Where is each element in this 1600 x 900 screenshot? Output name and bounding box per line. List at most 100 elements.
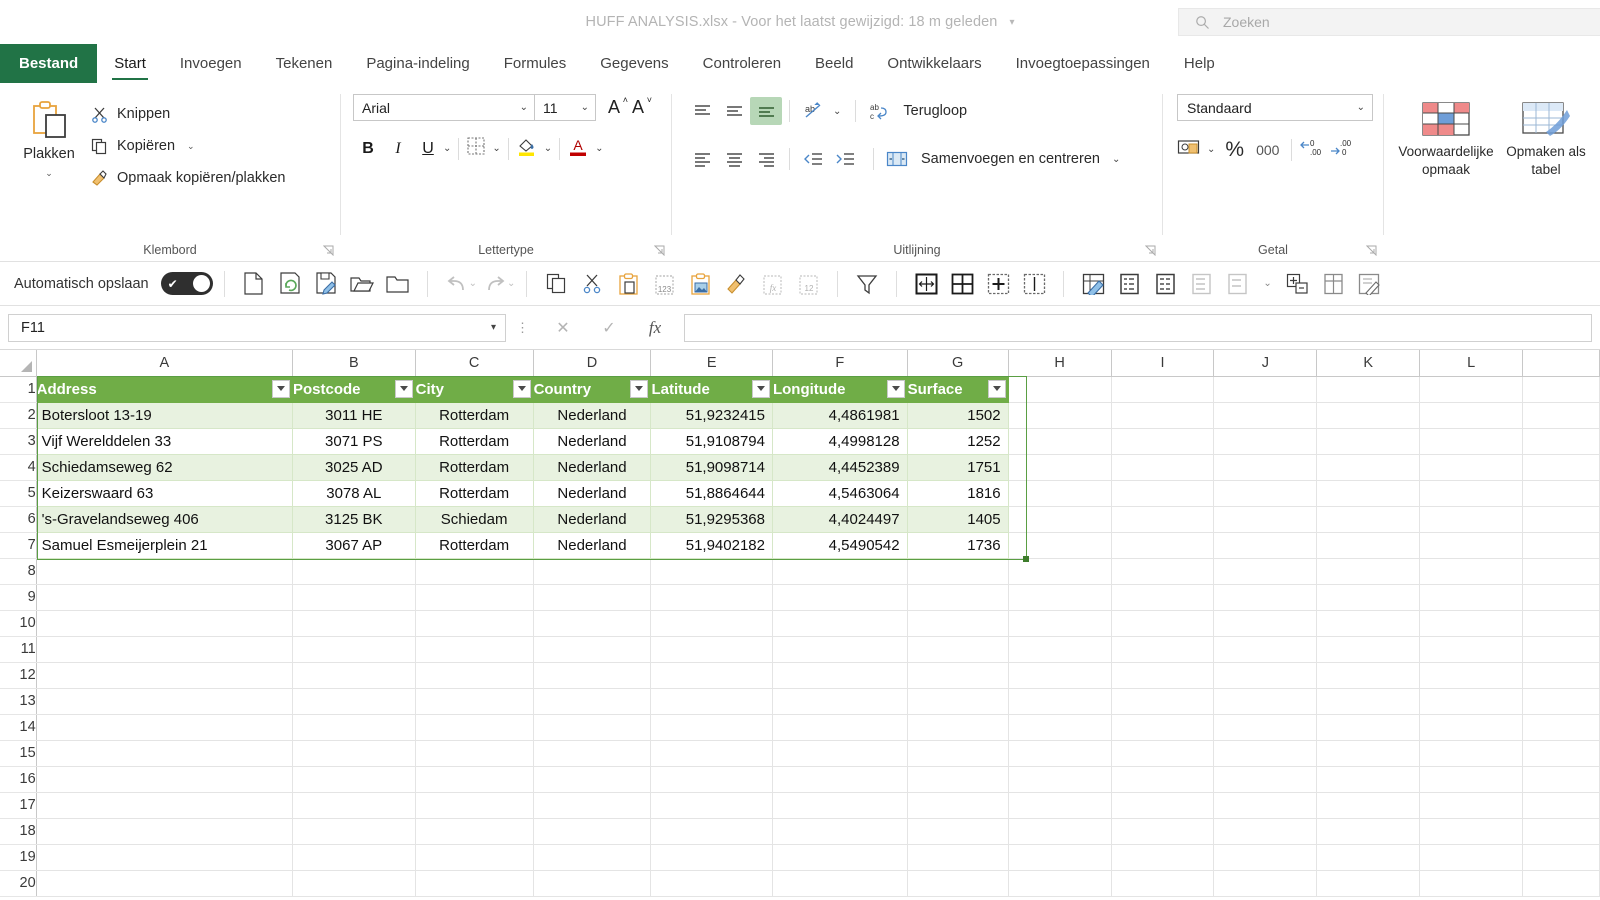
cell-K7[interactable] (1316, 532, 1421, 559)
cell-D2[interactable]: Nederland (533, 402, 652, 429)
cell-G8[interactable] (907, 558, 1009, 585)
cut-icon[interactable] (574, 273, 610, 294)
column-header-D[interactable]: D (533, 350, 652, 377)
cell-K9[interactable] (1316, 584, 1421, 611)
tab-help[interactable]: Help (1167, 44, 1232, 83)
column-header-H[interactable]: H (1008, 350, 1112, 377)
cell-B15[interactable] (292, 740, 416, 767)
cell-E14[interactable] (650, 714, 773, 741)
cell-H14[interactable] (1008, 714, 1112, 741)
orientation-caret-icon[interactable]: ⌄ (833, 106, 841, 117)
row-header-19[interactable]: 19 (0, 844, 37, 871)
cell-H4[interactable] (1008, 454, 1112, 481)
cell-K17[interactable] (1316, 792, 1421, 819)
filter-dropdown-address[interactable] (271, 379, 290, 398)
sheet-b-icon[interactable] (1147, 273, 1183, 295)
cell-A2[interactable]: Botersloot 13-19 (36, 402, 293, 429)
cell-B11[interactable] (292, 636, 416, 663)
paste-icon[interactable] (610, 272, 646, 295)
cell-J17[interactable] (1213, 792, 1318, 819)
cell-E8[interactable] (650, 558, 773, 585)
cell-M4[interactable] (1522, 454, 1600, 481)
fill-color-caret-icon[interactable]: ⌄ (544, 143, 552, 154)
cell-E12[interactable] (650, 662, 773, 689)
increase-indent-button[interactable] (829, 145, 861, 173)
cell-B1[interactable]: Postcode (292, 376, 416, 403)
cell-A5[interactable]: Keizerswaard 63 (36, 480, 293, 507)
cell-H18[interactable] (1008, 818, 1112, 845)
column-header-F[interactable]: F (772, 350, 908, 377)
cell-F6[interactable]: 4,4024497 (772, 506, 908, 533)
cell-B14[interactable] (292, 714, 416, 741)
formula-input[interactable] (684, 313, 1592, 342)
decrease-indent-button[interactable] (797, 145, 829, 173)
cell-I9[interactable] (1111, 584, 1215, 611)
cell-G9[interactable] (907, 584, 1009, 611)
cell-M11[interactable] (1522, 636, 1600, 663)
open-folder-icon[interactable] (344, 274, 380, 294)
cell-L7[interactable] (1419, 532, 1524, 559)
cell-J11[interactable] (1213, 636, 1318, 663)
cell-F14[interactable] (772, 714, 908, 741)
paste-values-icon[interactable]: 123 (646, 273, 682, 295)
cell-A15[interactable] (36, 740, 293, 767)
filter-icon[interactable] (849, 273, 885, 295)
cell-M18[interactable] (1522, 818, 1600, 845)
cell-A13[interactable] (36, 688, 293, 715)
filter-dropdown-latitude[interactable] (751, 379, 770, 398)
tab-invoegen[interactable]: Invoegen (163, 44, 259, 83)
cell-J9[interactable] (1213, 584, 1318, 611)
cell-L6[interactable] (1419, 506, 1524, 533)
format-as-table-button[interactable]: Opmaken als tabel (1500, 94, 1592, 262)
cell-C10[interactable] (415, 610, 534, 637)
column-header-A[interactable]: A (36, 350, 293, 377)
copy-caret-icon[interactable]: ⌄ (187, 141, 195, 152)
cell-J18[interactable] (1213, 818, 1318, 845)
cell-G13[interactable] (907, 688, 1009, 715)
cell-G2[interactable]: 1502 (907, 402, 1009, 429)
paste-picture-icon[interactable] (682, 272, 718, 295)
cell-E6[interactable]: 51,9295368 (650, 506, 773, 533)
cell-K13[interactable] (1316, 688, 1421, 715)
insert-function-icon[interactable]: fx (632, 318, 678, 338)
currency-caret-icon[interactable]: ⌄ (1207, 144, 1215, 155)
cell-I6[interactable] (1111, 506, 1215, 533)
sheet-c-icon[interactable] (1183, 273, 1219, 295)
cell-I16[interactable] (1111, 766, 1215, 793)
cell-C20[interactable] (415, 870, 534, 897)
uitlijning-dialog-launcher-icon[interactable] (1145, 245, 1156, 256)
cell-B16[interactable] (292, 766, 416, 793)
cell-M20[interactable] (1522, 870, 1600, 897)
cell-K19[interactable] (1316, 844, 1421, 871)
cell-C17[interactable] (415, 792, 534, 819)
cell-D3[interactable]: Nederland (533, 428, 652, 455)
cell-K1[interactable] (1316, 376, 1421, 403)
format-painter-button[interactable]: Opmaak kopiëren/plakken (88, 162, 285, 194)
cell-I20[interactable] (1111, 870, 1215, 897)
font-size-combobox[interactable]: 11 ⌄ (534, 94, 596, 121)
cell-K14[interactable] (1316, 714, 1421, 741)
cell-C13[interactable] (415, 688, 534, 715)
merge-caret-icon[interactable]: ⌄ (1112, 154, 1120, 165)
cell-K12[interactable] (1316, 662, 1421, 689)
cell-G15[interactable] (907, 740, 1009, 767)
cell-B9[interactable] (292, 584, 416, 611)
cell-D11[interactable] (533, 636, 652, 663)
sheet-edit-icon[interactable] (1075, 273, 1111, 295)
row-header-16[interactable]: 16 (0, 766, 37, 793)
cell-L19[interactable] (1419, 844, 1524, 871)
cut-button[interactable]: Knippen (88, 98, 285, 130)
cell-M16[interactable] (1522, 766, 1600, 793)
cell-H10[interactable] (1008, 610, 1112, 637)
cell-A12[interactable] (36, 662, 293, 689)
cell-E16[interactable] (650, 766, 773, 793)
cell-L9[interactable] (1419, 584, 1524, 611)
cell-J16[interactable] (1213, 766, 1318, 793)
cell-F2[interactable]: 4,4861981 (772, 402, 908, 429)
cell-H20[interactable] (1008, 870, 1112, 897)
filter-dropdown-longitude[interactable] (886, 379, 905, 398)
split-sheet-icon[interactable] (1316, 273, 1352, 295)
cell-G16[interactable] (907, 766, 1009, 793)
cell-F17[interactable] (772, 792, 908, 819)
cell-C18[interactable] (415, 818, 534, 845)
